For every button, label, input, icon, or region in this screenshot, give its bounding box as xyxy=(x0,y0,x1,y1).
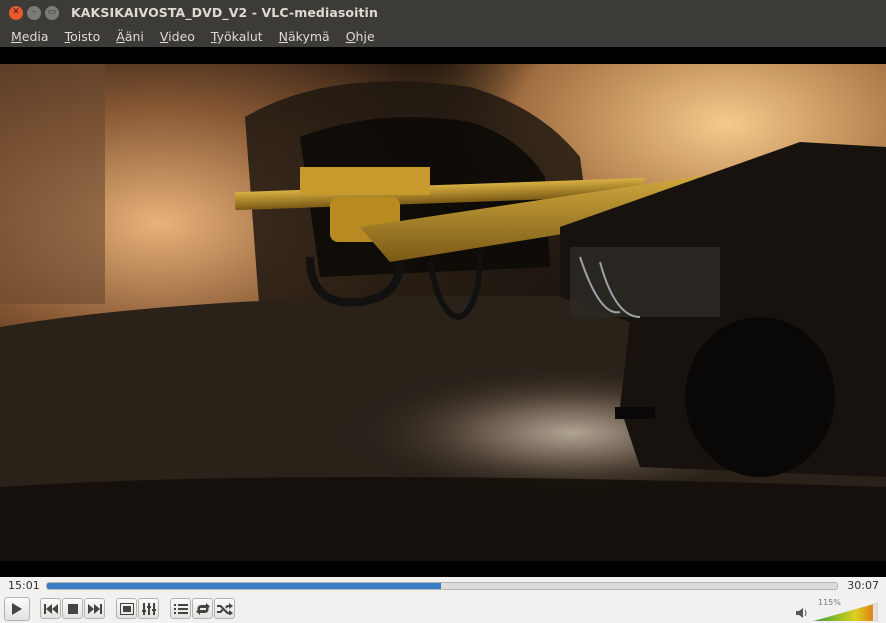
next-button[interactable] xyxy=(84,598,105,619)
title-bar: ✕ – ▭ KAKSIKAIVOSTA_DVD_V2 - VLC-mediaso… xyxy=(0,0,886,25)
menu-ohje[interactable]: Ohje xyxy=(346,29,375,44)
stop-button[interactable] xyxy=(62,598,83,619)
shuffle-icon xyxy=(216,602,233,615)
volume-percent: 115% xyxy=(818,598,841,607)
minimize-window-button[interactable]: – xyxy=(27,5,41,20)
window-title: KAKSIKAIVOSTA_DVD_V2 - VLC-mediasoitin xyxy=(71,5,378,20)
total-time[interactable]: 30:07 xyxy=(840,579,886,592)
volume-control[interactable]: 115% xyxy=(796,597,880,621)
menu-aani[interactable]: Ääni xyxy=(116,29,144,44)
skip-next-icon xyxy=(87,603,102,614)
menu-video[interactable]: Video xyxy=(160,29,195,44)
previous-button[interactable] xyxy=(40,598,61,619)
fullscreen-button[interactable] xyxy=(116,598,137,619)
close-icon: ✕ xyxy=(12,7,20,17)
play-icon xyxy=(12,602,22,615)
playlist-button[interactable] xyxy=(170,598,191,619)
controls-bar: 115% xyxy=(0,594,886,623)
elapsed-time: 15:01 xyxy=(8,579,40,592)
window-controls: ✕ – ▭ xyxy=(0,5,59,20)
loop-icon xyxy=(195,602,210,615)
shuffle-button[interactable] xyxy=(214,598,235,619)
close-window-button[interactable]: ✕ xyxy=(9,5,23,20)
skip-previous-icon xyxy=(43,603,58,614)
menu-media[interactable]: Media xyxy=(11,29,49,44)
menu-nakyma[interactable]: Näkymä xyxy=(279,29,330,44)
stop-icon xyxy=(67,603,78,614)
video-area[interactable] xyxy=(0,47,886,577)
seek-row: 15:01 30:07 xyxy=(0,577,886,594)
play-button[interactable] xyxy=(4,596,30,621)
maximize-icon: ▭ xyxy=(47,7,57,17)
menu-bar: Media Toisto Ääni Video Työkalut Näkymä … xyxy=(0,25,886,47)
seek-slider[interactable] xyxy=(46,581,838,590)
playlist-icon xyxy=(173,603,188,614)
maximize-window-button[interactable]: ▭ xyxy=(45,5,59,20)
video-frame xyxy=(0,47,886,577)
fullscreen-icon xyxy=(119,602,134,615)
extended-settings-button[interactable] xyxy=(138,598,159,619)
loop-button[interactable] xyxy=(192,598,213,619)
menu-tyokalut[interactable]: Työkalut xyxy=(211,29,263,44)
speaker-icon[interactable] xyxy=(796,607,808,619)
seek-progress xyxy=(47,582,441,589)
minimize-icon: – xyxy=(31,7,37,17)
extended-settings-icon xyxy=(141,602,156,615)
menu-toisto[interactable]: Toisto xyxy=(65,29,101,44)
